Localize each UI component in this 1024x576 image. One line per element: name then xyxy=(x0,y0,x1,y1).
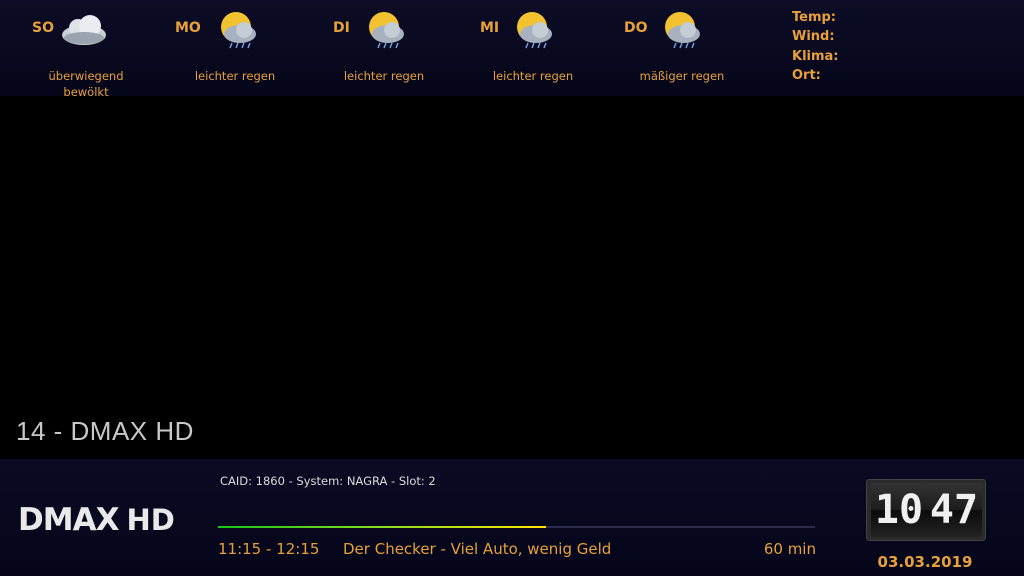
flip-clock: 10 47 xyxy=(866,479,986,541)
day-description: leichter regen xyxy=(194,69,276,83)
cloud-icon xyxy=(62,15,106,45)
weather-day: DO mäßiger regen xyxy=(600,0,750,96)
klima-label: Klima: xyxy=(792,48,839,64)
weather-day: MI leichter regen xyxy=(450,0,600,96)
channel-name: 14 - DMAX HD xyxy=(16,416,194,446)
next-event-duration: 60 min xyxy=(763,540,816,558)
klima-row: Klima: xyxy=(792,47,840,66)
temp-label: Temp: xyxy=(792,10,837,25)
channel-logo: DMAX HD xyxy=(18,502,175,538)
weather-day: MO leichter regen xyxy=(150,0,300,96)
weather-details: Temp: Wind: Klima: Ort: xyxy=(792,8,840,85)
day-code: MI xyxy=(480,20,500,36)
sun-cloud-rain-icon xyxy=(517,12,552,49)
day-description: leichter regen xyxy=(343,69,425,83)
progress-fill xyxy=(218,526,547,528)
day-description: überwiegend bewölkt xyxy=(48,69,124,99)
weather-day: DI leichter regen xyxy=(300,0,450,96)
clock-minute: 47 xyxy=(926,483,982,537)
next-event-time: 11:15 - 12:15 xyxy=(218,540,320,558)
day-description: mäßiger regen xyxy=(639,69,725,83)
weather-bar: SO überwiegend bewölkt MO leichter regen… xyxy=(0,0,1024,99)
clock-date: 03.03.2019 xyxy=(877,553,973,571)
weather-day: SO überwiegend bewölkt xyxy=(0,0,150,99)
temp-row: Temp: xyxy=(792,8,840,27)
sun-cloud-rain-icon xyxy=(369,12,404,49)
ort-label: Ort: xyxy=(792,67,821,83)
caid-info: CAID: 1860 - System: NAGRA - Slot: 2 xyxy=(220,474,436,488)
day-code: DI xyxy=(333,20,350,36)
day-code: DO xyxy=(624,20,648,36)
day-description: leichter regen xyxy=(492,69,574,83)
day-code: SO xyxy=(32,20,54,36)
day-code: MO xyxy=(175,20,201,36)
wind-row: Wind: xyxy=(792,27,840,46)
wind-label: Wind: xyxy=(792,29,835,45)
event-progress-bar xyxy=(218,526,815,528)
next-event-title: Der Checker - Viel Auto, wenig Geld xyxy=(343,540,612,558)
sun-cloud-rain-icon xyxy=(221,12,256,49)
clock-hour: 10 xyxy=(871,483,927,537)
logo-suffix-text: HD xyxy=(126,503,175,537)
sun-cloud-rain-icon xyxy=(665,12,700,49)
ort-row: Ort: xyxy=(792,66,840,85)
logo-main-text: DMAX xyxy=(18,502,119,538)
